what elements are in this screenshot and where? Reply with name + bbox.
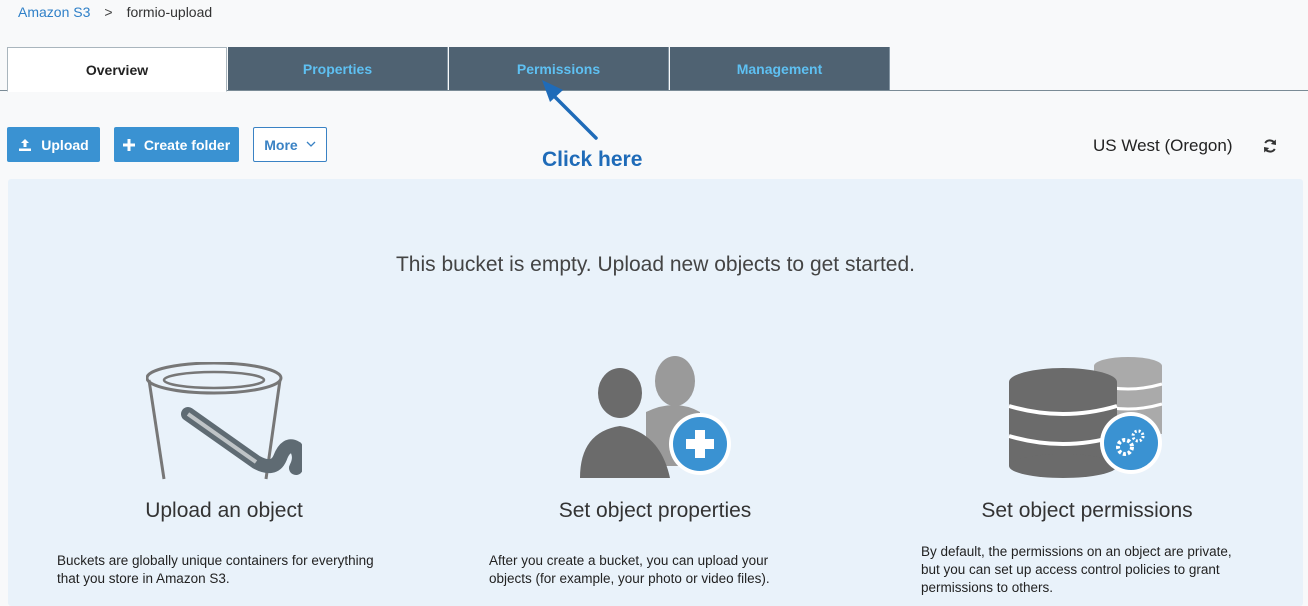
breadcrumb-separator: > [104,4,113,20]
upload-label: Upload [41,136,89,153]
breadcrumb-root-link[interactable]: Amazon S3 [18,4,90,20]
card-title-upload: Upload an object [145,499,303,522]
create-folder-button[interactable]: Create folder [114,127,239,162]
breadcrumb-current: formio-upload [126,4,213,20]
breadcrumb: Amazon S3 > formio-upload [18,4,212,20]
tab-overview[interactable]: Overview [7,47,227,92]
desc-line: After you create a bucket, you can uploa… [489,553,769,568]
card-title-properties: Set object properties [558,499,752,522]
desc-line: permissions to others. [921,580,1054,595]
chevron-down-icon [306,141,316,148]
desc-line: but you can set up access control polici… [921,562,1220,577]
card-desc-properties: After you create a bucket, you can uploa… [489,552,849,588]
desc-line: By default, the permissions on an object… [921,544,1232,559]
desc-line: that you store in Amazon S3. [57,571,230,586]
users-add-icon [580,356,731,478]
card-title-permissions: Set object permissions [981,499,1193,522]
upload-button[interactable]: Upload [7,127,100,162]
tab-properties[interactable]: Properties [228,47,448,90]
desc-line: Buckets are globally unique containers f… [57,553,374,568]
desc-line: objects (for example, your photo or vide… [489,571,770,586]
tab-management[interactable]: Management [670,47,890,90]
refresh-icon[interactable] [1262,138,1278,159]
more-label: More [264,136,298,153]
card-desc-upload: Buckets are globally unique containers f… [57,552,417,588]
annotation-arrow-icon [542,80,598,140]
region-label: US West (Oregon) [1093,136,1233,155]
bucket-icon [146,362,302,480]
upload-icon [18,138,32,152]
annotation-text: Click here [542,148,643,171]
database-settings-icon [1008,357,1163,478]
more-dropdown[interactable]: More [253,127,327,162]
create-folder-label: Create folder [143,136,231,153]
empty-bucket-message: This bucket is empty. Upload new objects… [395,253,916,276]
empty-bucket-panel: This bucket is empty. Upload new objects… [8,179,1303,606]
card-desc-permissions: By default, the permissions on an object… [921,543,1281,597]
plus-icon [122,138,135,151]
